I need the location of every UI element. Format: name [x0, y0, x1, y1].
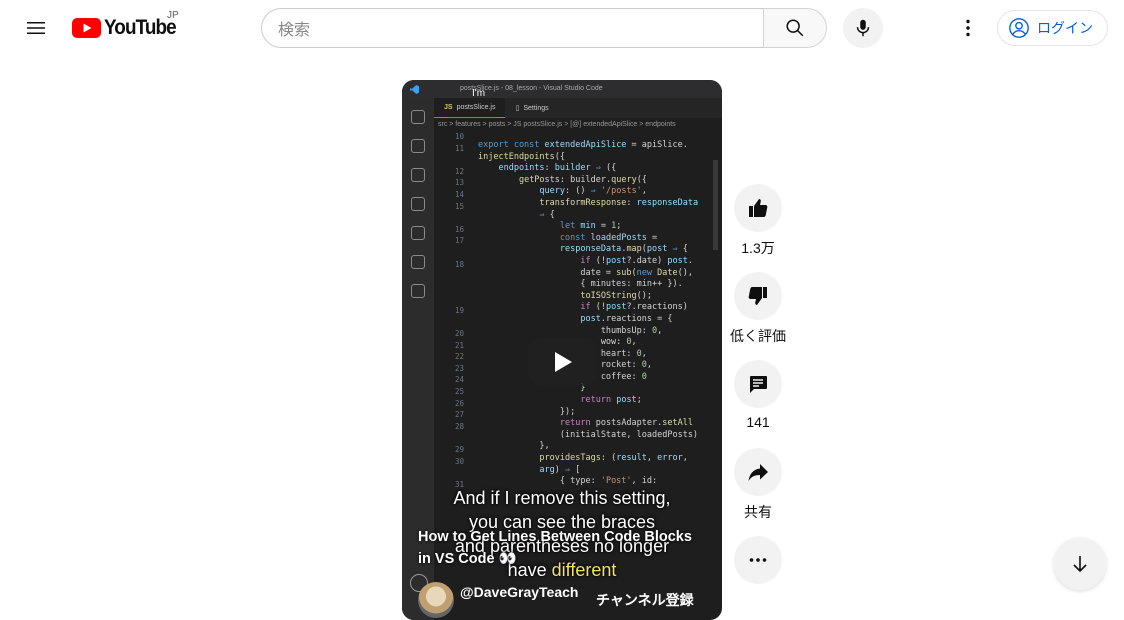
youtube-logo[interactable]: YouTube JP	[72, 10, 184, 40]
explorer-icon	[411, 110, 425, 124]
tab-label: postsSlice.js	[456, 104, 496, 111]
dislike-action: 低く評価	[730, 272, 786, 346]
country-code: JP	[167, 10, 179, 21]
javascript-file-icon: JS	[444, 104, 453, 111]
line-number	[434, 212, 464, 224]
like-count: 1.3万	[741, 240, 775, 256]
line-number	[434, 154, 464, 166]
share-arrow-icon	[748, 464, 768, 481]
next-short-button[interactable]	[1054, 538, 1106, 590]
line-number: 17	[454, 236, 464, 246]
comment-action: 141	[734, 360, 782, 430]
line-number: 11	[454, 143, 464, 153]
line-number	[434, 317, 464, 329]
dislike-label: 低く評価	[730, 328, 786, 344]
editor-tabs: JS postsSlice.js ▯ Settings	[434, 98, 722, 118]
vscode-logo-icon	[410, 84, 419, 94]
line-number	[434, 293, 464, 305]
line-number: 29	[454, 445, 464, 455]
tab-settings: ▯ Settings	[505, 98, 558, 118]
editor-breadcrumb: src > features > posts > JS postsSlice.j…	[438, 121, 676, 128]
line-number: 30	[454, 456, 464, 466]
masthead: YouTube JP 検索 ログイン	[0, 0, 1124, 56]
more-action	[734, 536, 782, 584]
line-number: 15	[454, 201, 464, 211]
line-number: 16	[454, 224, 464, 234]
settings-more-button[interactable]	[948, 8, 988, 48]
line-number	[434, 270, 464, 282]
share-label: 共有	[744, 504, 772, 520]
line-number	[434, 247, 464, 259]
more-actions-button[interactable]	[734, 536, 782, 584]
voice-search-button[interactable]	[843, 8, 883, 48]
run-debug-icon	[411, 197, 425, 211]
line-number	[434, 432, 464, 444]
channel-name[interactable]: @DaveGrayTeach	[460, 584, 578, 600]
line-number: 23	[454, 363, 464, 373]
line-number	[434, 467, 464, 479]
share-button[interactable]	[734, 448, 782, 496]
comment-icon	[750, 376, 767, 393]
play-icon	[555, 352, 572, 372]
login-button[interactable]: ログイン	[997, 10, 1108, 46]
comment-count: 141	[746, 414, 770, 430]
subscribe-button[interactable]: チャンネル登録	[596, 590, 694, 610]
editor-scrollbar	[713, 160, 718, 250]
line-number: 19	[454, 305, 464, 315]
search-button[interactable]	[763, 8, 827, 48]
microphone-icon	[856, 19, 870, 37]
like-button[interactable]	[734, 184, 782, 232]
line-number: 24	[454, 375, 464, 385]
login-label: ログイン	[1037, 20, 1093, 36]
source-control-icon	[411, 139, 425, 153]
search-box: 検索	[261, 8, 827, 48]
code-view: export const extendedApiSlice = apiSlice…	[478, 140, 699, 487]
line-number: 18	[454, 259, 464, 269]
play-button[interactable]	[529, 338, 597, 386]
line-number: 25	[454, 387, 464, 397]
dislike-button[interactable]	[734, 272, 782, 320]
account-circle-icon	[1009, 18, 1029, 38]
line-number: 13	[454, 178, 464, 188]
channel-row[interactable]: @DaveGrayTeach	[418, 582, 578, 618]
search-icon	[786, 19, 804, 37]
line-number: 21	[454, 340, 464, 350]
line-number: 22	[454, 352, 464, 362]
line-number: 20	[454, 329, 464, 339]
logo-wordmark: YouTube	[104, 16, 177, 39]
line-number: 12	[454, 166, 464, 176]
more-horizontal-icon	[749, 558, 767, 562]
thumbs-down-icon	[748, 287, 767, 305]
hamburger-icon	[27, 22, 45, 34]
more-vertical-icon	[966, 19, 970, 37]
notes-icon	[411, 284, 425, 298]
comment-button[interactable]	[734, 360, 782, 408]
line-number: 27	[454, 410, 464, 420]
short-video-player[interactable]: postsSlice.js - 08_lesson - Visual Studi…	[402, 80, 722, 620]
line-number: 14	[454, 189, 464, 199]
tab-posts-slice: JS postsSlice.js	[434, 98, 506, 118]
thunder-icon	[411, 255, 425, 269]
short-title[interactable]: How to Get Lines Between Code Blocks in …	[418, 526, 708, 570]
line-numbers: 10 11 12 13 14 15 16 17 18 19 20 21 22 23 24 25 26 2…	[434, 131, 464, 490]
share-action: 共有	[734, 448, 782, 522]
thumbs-up-icon	[749, 199, 768, 217]
line-number: 26	[454, 398, 464, 408]
arrow-down-icon	[1073, 556, 1087, 573]
search-panel-icon	[411, 168, 425, 182]
like-action: 1.3万	[734, 184, 782, 258]
line-number: 10	[454, 132, 464, 141]
tab-label: Settings	[523, 104, 549, 112]
caption-line: And if I remove this setting,	[453, 488, 671, 508]
youtube-play-logo-icon	[72, 18, 101, 38]
line-number	[434, 282, 464, 294]
search-placeholder: 検索	[278, 22, 311, 39]
search-input[interactable]: 検索	[261, 8, 763, 48]
file-icon: ▯	[515, 105, 520, 112]
editor-title-bar: postsSlice.js - 08_lesson - Visual Studi…	[402, 80, 722, 98]
extensions-icon	[411, 226, 425, 240]
line-number: 28	[454, 421, 464, 431]
guide-menu-button[interactable]	[16, 8, 56, 48]
channel-avatar[interactable]	[418, 582, 454, 618]
